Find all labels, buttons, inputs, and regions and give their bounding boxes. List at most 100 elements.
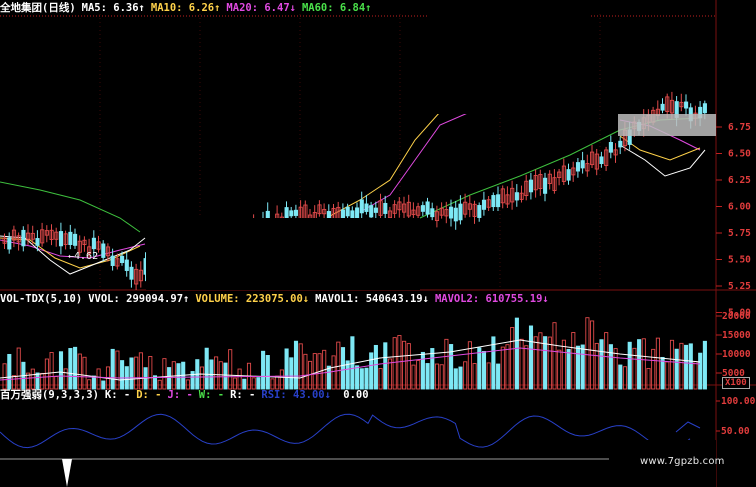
volume-bar: [674, 348, 679, 390]
candle-body: [458, 203, 463, 221]
candle-body: [580, 160, 585, 169]
volume-bar: [96, 368, 101, 390]
volume-bar: [167, 367, 172, 390]
volume-bar: [669, 339, 675, 390]
candle-body: [110, 255, 115, 266]
price-tick-label: 6.75: [728, 122, 751, 133]
volume-bar: [138, 352, 143, 390]
volume-bar: [7, 353, 12, 390]
volume-bar: [420, 351, 425, 390]
volume-bar: [594, 342, 599, 390]
volume-bar: [453, 368, 458, 390]
volume-bar: [289, 357, 294, 390]
spike-marker: [62, 459, 72, 487]
volume-bar: [430, 348, 435, 390]
volume-bar: [679, 342, 684, 390]
volume-tick-label: 15000: [722, 330, 751, 341]
price-tick-label: 5.25: [728, 281, 751, 292]
volume-bar: [11, 375, 17, 390]
volume-bar: [369, 352, 374, 390]
kline-chart[interactable]: 6.756.506.256.005.755.505.255.0020000150…: [0, 0, 756, 487]
volume-unit-badge: X100: [722, 377, 750, 389]
volume-bar: [622, 366, 628, 390]
volume-bar: [214, 356, 219, 390]
volume-bar: [275, 375, 280, 390]
candle-body: [129, 266, 134, 280]
volume-bar: [500, 346, 505, 390]
candle-body: [618, 140, 623, 148]
volume-bar: [251, 377, 256, 390]
ma5-line: [619, 144, 706, 177]
volume-bar: [54, 376, 59, 390]
candle-body: [359, 199, 364, 214]
price-tick-label: 5.75: [728, 228, 751, 239]
volume-bar: [613, 348, 618, 390]
volume-bar: [655, 337, 660, 390]
volume-bar: [87, 379, 92, 390]
volume-bar: [580, 344, 585, 390]
volume-bar: [378, 368, 383, 390]
candle-body: [21, 229, 26, 247]
strength-tick-label: 100.00: [721, 396, 756, 407]
candle-body: [289, 210, 294, 217]
volume-bar: [383, 342, 388, 390]
volume-bar: [303, 353, 308, 390]
volume-bar: [604, 332, 609, 390]
volume-bar: [425, 363, 430, 390]
volume-bar: [561, 339, 566, 390]
volume-bar: [359, 368, 364, 390]
volume-bar: [35, 372, 40, 390]
volume-bar: [185, 379, 190, 390]
volume-bar: [49, 352, 54, 390]
volume-bar: [392, 337, 397, 390]
volume-bar: [199, 366, 205, 390]
volume-bar: [68, 348, 73, 390]
volume-bar: [115, 350, 120, 390]
volume-bar: [651, 348, 656, 390]
price-axis: 6.756.506.256.005.755.505.255.0020000150…: [716, 122, 756, 437]
candle-body: [496, 194, 501, 208]
candle-body: [101, 243, 106, 258]
chart-window: { "price_panel": { "header": { "title": …: [0, 0, 756, 487]
ma20-line: [359, 111, 471, 213]
volume-bar: [684, 344, 689, 390]
volume-bar: [496, 363, 501, 390]
volume-bar: [73, 346, 78, 390]
volume-bar: [698, 352, 703, 390]
candle-body: [449, 206, 454, 219]
candle-body: [7, 237, 12, 250]
candle-body: [599, 156, 604, 165]
candle-body: [420, 205, 425, 212]
candle-body: [425, 201, 430, 215]
volume-bar: [505, 344, 510, 390]
volume-bar: [101, 380, 106, 390]
volume-bar: [176, 363, 181, 390]
candle-body: [373, 207, 378, 213]
watermark-text: www.7gpzb.com: [640, 456, 725, 467]
volume-bar: [91, 375, 96, 390]
volume-bar: [373, 344, 378, 390]
volume-bar: [585, 317, 590, 390]
candle-body: [453, 207, 458, 222]
volume-bar: [134, 356, 139, 390]
volume-bar: [237, 368, 242, 390]
candle-body: [566, 169, 571, 181]
candle-body: [91, 237, 96, 250]
mask-patch: [146, 218, 420, 290]
volume-bar: [312, 353, 317, 390]
ma10-line: [619, 135, 701, 161]
volume-bar: [566, 348, 571, 390]
candle-body: [68, 231, 73, 246]
volume-bar: [242, 378, 247, 390]
candle-body: [543, 177, 548, 194]
candle-body: [491, 195, 496, 208]
volume-bar: [688, 343, 693, 390]
volume-bar: [261, 350, 266, 390]
volume-bar: [110, 348, 115, 390]
candle-body: [383, 202, 388, 214]
volume-bar: [632, 347, 637, 390]
price-tick-label: 6.50: [728, 149, 751, 160]
volume-bar: [326, 365, 331, 390]
volume-bar: [599, 339, 604, 390]
svg-text:←4.62: ←4.62: [68, 251, 98, 262]
